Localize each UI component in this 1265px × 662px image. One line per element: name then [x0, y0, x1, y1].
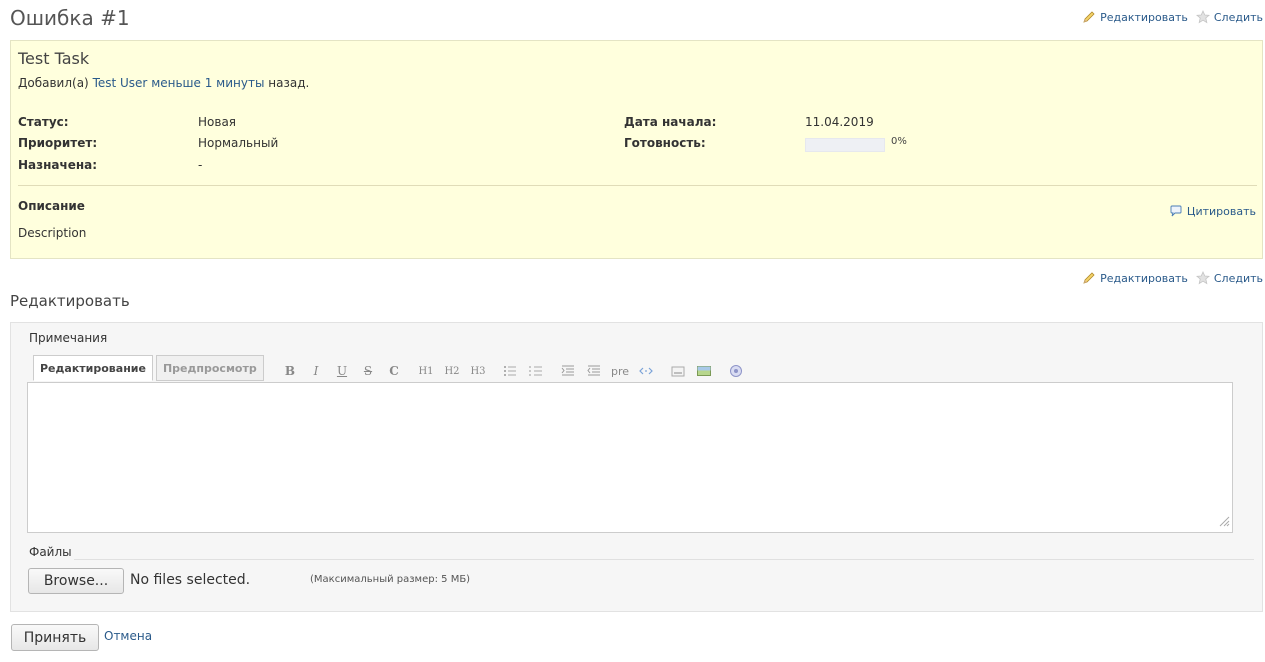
done-ratio-label: Готовность: — [624, 136, 706, 150]
editor-tabs: Редактирование Предпросмотр — [33, 355, 264, 381]
author-prefix: Добавил(а) — [18, 76, 89, 90]
pre-button[interactable]: pre — [607, 361, 633, 381]
edit-link-top[interactable]: Редактировать — [1082, 10, 1188, 24]
image-button[interactable] — [691, 361, 717, 381]
edit-link-bottom-label: Редактировать — [1100, 271, 1188, 285]
comment-icon — [1169, 204, 1183, 218]
edit-section-title: Редактировать — [10, 292, 130, 310]
start-date-label: Дата начала: — [624, 115, 717, 129]
assigned-label: Назначена: — [18, 158, 98, 172]
link-button[interactable] — [633, 361, 659, 381]
indent-icon — [561, 365, 574, 376]
divider — [18, 185, 1257, 186]
italic-button[interactable]: I — [303, 361, 329, 381]
wiki-page-icon — [671, 366, 685, 377]
max-size-text: (Максимальный размер: 5 МБ) — [310, 574, 471, 585]
done-ratio-value: 0% — [891, 136, 907, 147]
wiki-page-button[interactable] — [665, 361, 691, 381]
outdent-icon — [587, 365, 600, 376]
files-legend: Файлы — [29, 545, 72, 559]
help-icon — [730, 365, 742, 377]
star-icon — [1195, 271, 1210, 285]
issue-subject: Test Task — [18, 49, 90, 68]
files-divider — [74, 559, 1254, 560]
start-date-value: 11.04.2019 — [805, 115, 874, 129]
h1-button[interactable]: H1 — [413, 361, 439, 381]
watch-link-top[interactable]: Следить — [1195, 10, 1263, 24]
h2-button[interactable]: H2 — [439, 361, 465, 381]
priority-value: Нормальный — [198, 136, 279, 150]
underline-button[interactable]: U — [329, 361, 355, 381]
no-files-text: No files selected. — [130, 572, 251, 588]
strikethrough-button[interactable]: S — [355, 361, 381, 381]
page-title: Ошибка #1 — [10, 6, 130, 30]
editor-toolbar: B I U S C H1 H2 H3 pre — [277, 361, 749, 381]
watch-link-bottom[interactable]: Следить — [1195, 271, 1263, 285]
bold-button[interactable]: B — [277, 361, 303, 381]
edit-form: Примечания Редактирование Предпросмотр B… — [10, 322, 1263, 612]
browse-button[interactable]: Browse... — [28, 568, 124, 594]
edit-link-top-label: Редактировать — [1100, 10, 1188, 24]
description-text: Description — [18, 226, 87, 240]
cancel-link[interactable]: Отмена — [104, 629, 152, 643]
unblockquote-button[interactable] — [581, 361, 607, 381]
resize-grip-icon[interactable] — [1218, 515, 1230, 530]
tab-preview[interactable]: Предпросмотр — [155, 355, 264, 381]
submit-button[interactable]: Принять — [11, 624, 99, 651]
ordered-list-icon — [529, 366, 542, 376]
blockquote-button[interactable] — [555, 361, 581, 381]
star-icon — [1195, 10, 1210, 24]
done-ratio-progress-bar — [805, 138, 885, 152]
notes-textarea[interactable] — [27, 382, 1233, 533]
unordered-list-button[interactable] — [497, 361, 523, 381]
issue-details: Test Task Добавил(а) Test User меньше 1 … — [10, 40, 1263, 259]
unordered-list-icon — [504, 366, 516, 376]
description-title: Описание — [18, 199, 85, 213]
author-link[interactable]: Test User — [93, 76, 148, 90]
code-button[interactable]: C — [381, 361, 407, 381]
priority-label: Приоритет: — [18, 136, 98, 150]
quote-link[interactable]: Цитировать — [1169, 204, 1256, 218]
assigned-value: - — [198, 158, 203, 172]
edit-link-bottom[interactable]: Редактировать — [1082, 271, 1188, 285]
contextual-top: Редактировать Следить — [1082, 10, 1263, 24]
author-suffix: назад. — [268, 76, 310, 90]
status-value: Новая — [198, 115, 237, 129]
watch-link-bottom-label: Следить — [1213, 271, 1263, 285]
notes-legend: Примечания — [29, 331, 108, 345]
author-line: Добавил(а) Test User меньше 1 минуты наз… — [18, 76, 309, 90]
pencil-icon — [1082, 271, 1096, 285]
image-icon — [697, 366, 711, 376]
time-ago-link[interactable]: меньше 1 минуты — [151, 76, 264, 90]
quote-link-label: Цитировать — [1186, 204, 1256, 218]
ordered-list-button[interactable] — [523, 361, 549, 381]
contextual-bottom: Редактировать Следить — [1082, 271, 1263, 285]
link-icon — [639, 367, 653, 375]
status-label: Статус: — [18, 115, 69, 129]
watch-link-top-label: Следить — [1213, 10, 1263, 24]
pencil-icon — [1082, 10, 1096, 24]
h3-button[interactable]: H3 — [465, 361, 491, 381]
help-button[interactable] — [723, 361, 749, 381]
tab-edit[interactable]: Редактирование — [33, 355, 153, 381]
